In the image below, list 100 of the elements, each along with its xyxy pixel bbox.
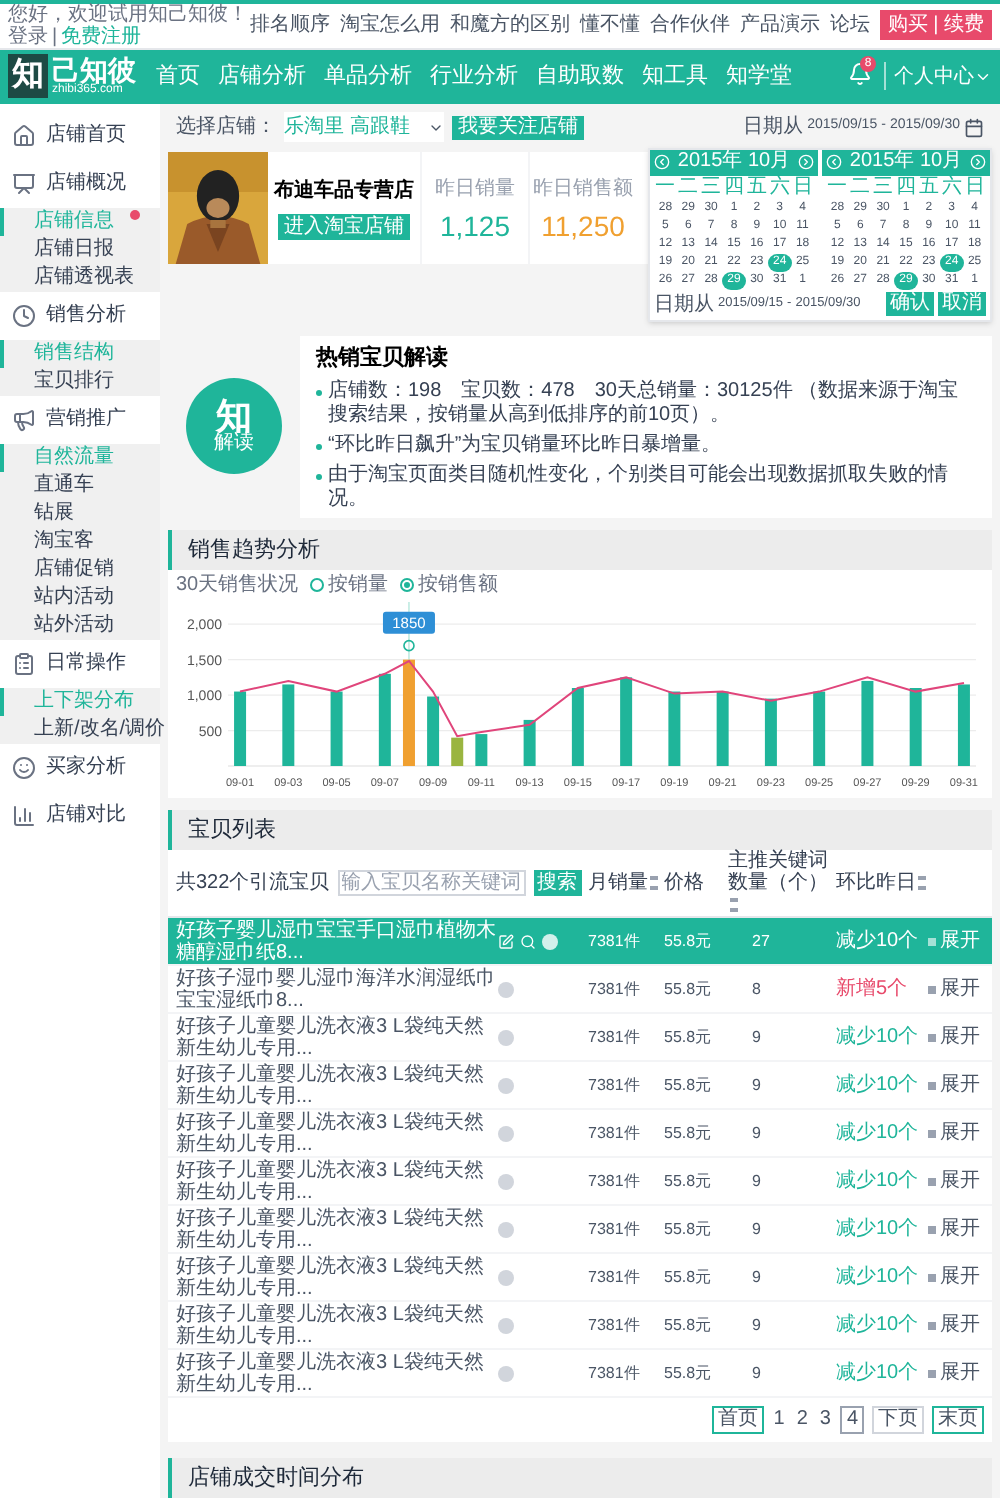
sidebar-subitem[interactable]: 站内活动 [0, 583, 160, 611]
column-header[interactable]: 月销量 [588, 872, 664, 894]
page-button[interactable]: 1 [771, 1408, 787, 1432]
chart-bar [620, 677, 633, 766]
page-button[interactable]: 4 [840, 1406, 864, 1434]
buy-button[interactable]: 购买 | 续费 [879, 10, 992, 41]
chart-bar [813, 691, 826, 766]
keyword-count: 9 [750, 1169, 763, 1193]
sidebar-item[interactable]: 日常操作 [0, 639, 160, 687]
chart-bar [957, 684, 970, 766]
weekday-label: 六 [940, 175, 964, 199]
sidebar-subitem[interactable]: 淘宝客 [0, 527, 160, 555]
sales-cell-text: 7381件 [588, 1217, 642, 1241]
expand-button[interactable]: 展开 [928, 1358, 988, 1388]
separator-text: | [52, 25, 58, 48]
expand-button[interactable]: 展开 [928, 1022, 988, 1052]
change-cell-text: 减少10个 [836, 1215, 921, 1244]
weekday-label: 六 [768, 175, 792, 199]
section-header: 店铺成交时间分布 [168, 1458, 992, 1498]
square-icon [928, 985, 936, 993]
sidebar-subitem[interactable]: 店铺促销 [0, 555, 160, 583]
table-row[interactable]: 好孩子儿童婴儿洗衣液3 L袋纯天然新生幼儿专用... 7381件 55.8元 9 减少10个 展开 [168, 1014, 992, 1062]
expand-button[interactable]: 展开 [928, 1310, 988, 1340]
price-cell-text: 55.8元 [664, 977, 714, 1001]
next-month-icon[interactable] [798, 154, 814, 170]
table-row[interactable]: 好孩子儿童婴儿洗衣液3 L袋纯天然新生幼儿专用... 7381件 55.8元 9 减少10个 展开 [168, 1302, 992, 1350]
stat-label: 昨日销量 [435, 176, 515, 204]
top-link[interactable]: 懂不懂 [579, 10, 640, 41]
table-row[interactable]: 好孩子儿童婴儿洗衣液3 L袋纯天然新生幼儿专用... 7381件 55.8元 9 减少10个 展开 [168, 1158, 992, 1206]
sidebar-subitem[interactable]: 店铺透视表 [0, 263, 160, 291]
sidebar-item[interactable]: 店铺概况 [0, 159, 160, 207]
top-link[interactable]: 淘宝怎么用 [339, 10, 440, 41]
product-name: 好孩子儿童婴儿洗衣液3 L袋纯天然新生幼儿专用... [174, 1015, 486, 1059]
keyword-count: 8 [750, 977, 763, 1001]
keyword-count: 9 [750, 1361, 763, 1385]
calendar-icon[interactable] [964, 117, 984, 137]
next-month-icon[interactable] [970, 154, 986, 170]
sidebar-subitem[interactable]: 店铺日报 [0, 235, 160, 263]
date-label: 日期从 [743, 113, 804, 142]
sidebar-subitem[interactable]: 站外活动 [0, 611, 160, 639]
top-link[interactable]: 论坛 [829, 10, 870, 41]
keyword-count: 9 [750, 1265, 763, 1289]
edit-icon[interactable] [498, 933, 514, 949]
table-row[interactable]: 好孩子湿巾婴儿湿巾海洋水润湿纸巾宝宝湿纸巾8... 7381件 55.8元 8 新增5个 展开 [168, 966, 992, 1014]
sidebar-subitem[interactable]: 宝贝排行 [0, 367, 160, 395]
expand-button[interactable]: 展开 [928, 1070, 988, 1100]
sidebar-subitem[interactable]: 直通车 [0, 471, 160, 499]
bullet-icon [316, 444, 322, 450]
expand-button[interactable]: 展开 [928, 1118, 988, 1148]
weekday-label: 二 [676, 175, 700, 199]
column-header[interactable]: 环比昨日 [836, 872, 928, 894]
chart-bar [402, 659, 415, 766]
sidebar-subitem[interactable]: 上新/改名/调价 [0, 715, 160, 743]
expand-button[interactable]: 展开 [928, 1214, 988, 1244]
sidebar-item[interactable]: 销售分析 [0, 291, 160, 339]
radio-option[interactable]: 按销售额 [400, 569, 499, 599]
search-icon[interactable] [520, 933, 536, 949]
top-link[interactable]: 产品演示 [739, 10, 820, 41]
weekday-label: 一 [826, 175, 849, 199]
table-row[interactable]: 好孩子儿童婴儿洗衣液3 L袋纯天然新生幼儿专用... 7381件 55.8元 9 减少10个 展开 [168, 1110, 992, 1158]
keyword-count: 9 [750, 1073, 763, 1097]
sidebar-item[interactable]: 店铺首页 [0, 111, 160, 159]
page-button[interactable]: 末页 [932, 1406, 984, 1434]
table-row[interactable]: 好孩子儿童婴儿洗衣液3 L袋纯天然新生幼儿专用... 7381件 55.8元 9 减少10个 展开 [168, 1350, 992, 1398]
chart-bar [330, 691, 343, 766]
table-row[interactable]: 好孩子儿童婴儿洗衣液3 L袋纯天然新生幼儿专用... 7381件 55.8元 9 减少10个 展开 [168, 1254, 992, 1302]
login-link[interactable]: 登录 [8, 25, 48, 48]
table-row[interactable]: 好孩子儿童婴儿洗衣液3 L袋纯天然新生幼儿专用... 7381件 55.8元 9 减少10个 展开 [168, 1062, 992, 1110]
weekday-label: 二 [848, 175, 872, 199]
section-header: 宝贝列表 [168, 810, 992, 850]
page-button[interactable]: 首页 [711, 1406, 764, 1434]
chart-mode-label: 30天销售状况 [176, 571, 299, 599]
sidebar-item[interactable]: 店铺对比 [0, 791, 160, 839]
weekday-label: 四 [894, 175, 918, 199]
previous-month-icon[interactable] [654, 154, 670, 170]
change-cell-text: 减少10个 [836, 1071, 921, 1100]
column-header[interactable]: 主推关键词数量（个） [728, 850, 836, 916]
sidebar-item[interactable]: 买家分析 [0, 743, 160, 791]
sidebar-item[interactable]: 营销推广 [0, 395, 160, 443]
top-link[interactable]: 和魔方的区别 [449, 10, 570, 41]
price-cell-text: 55.8元 [664, 929, 714, 953]
top-link[interactable]: 合作伙伴 [649, 10, 730, 41]
expand-button[interactable]: 展开 [928, 974, 988, 1004]
page-button[interactable]: 3 [817, 1408, 833, 1432]
radio-option[interactable]: 按销量 [310, 569, 389, 599]
price-cell-text: 55.8元 [664, 1265, 714, 1289]
page-button[interactable]: 2 [794, 1408, 810, 1432]
previous-month-icon[interactable] [826, 154, 842, 170]
page-button[interactable]: 下页 [872, 1406, 924, 1434]
table-row[interactable]: 好孩子儿童婴儿洗衣液3 L袋纯天然新生幼儿专用... 7381件 55.8元 9 减少10个 展开 [168, 1206, 992, 1254]
keyword-count: 9 [750, 1121, 763, 1145]
change-cell-text: 减少10个 [836, 1263, 921, 1292]
expand-button[interactable]: 展开 [928, 1262, 988, 1292]
home-icon [12, 123, 36, 147]
expand-button[interactable]: 展开 [928, 1166, 988, 1196]
top-link[interactable]: 排名顺序 [249, 10, 330, 41]
change-cell-text: 新增5个 [836, 975, 910, 1004]
price-cell-text: 55.8元 [664, 1169, 714, 1193]
square-icon [928, 1273, 936, 1281]
sidebar-subitem[interactable]: 钻展 [0, 499, 160, 527]
